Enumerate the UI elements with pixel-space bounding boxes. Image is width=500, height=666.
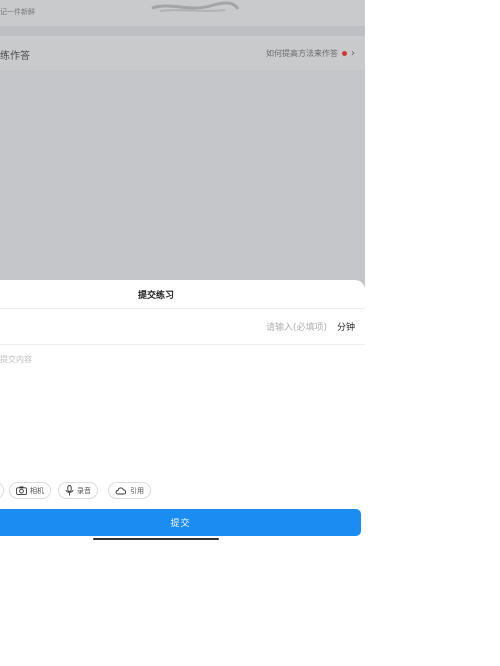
attachment-toolbar: 相机 录音 引用 [0, 482, 365, 502]
app-screen: 记一件新鲜 练作答 如何提高方法来作答 › 提交练习 请输入(必填项) 分钟 提… [0, 0, 365, 666]
background-caption: 记一件新鲜 [0, 8, 35, 16]
section-separator [0, 26, 365, 36]
camera-button-label: 相机 [30, 486, 44, 495]
guide-left-label: 练作答 [0, 51, 30, 62]
camera-button[interactable]: 相机 [9, 482, 51, 499]
submit-practice-sheet: 提交练习 请输入(必填项) 分钟 提交内容 相机 录音 引用 提交 [0, 280, 365, 666]
dimmed-overlay[interactable] [0, 70, 365, 282]
guide-link-label: 如何提高方法来作答 [266, 49, 338, 58]
brush-image [151, 1, 240, 12]
record-button-label: 录音 [77, 486, 91, 495]
reference-button[interactable]: 引用 [108, 482, 151, 499]
guide-link[interactable]: 如何提高方法来作答 › [266, 48, 355, 59]
duration-input[interactable]: 请输入(必填项) [266, 320, 327, 333]
camera-icon [16, 486, 27, 495]
chevron-right-icon: › [351, 48, 355, 59]
submit-button[interactable]: 提交 [0, 509, 361, 536]
mic-icon [65, 485, 74, 496]
duration-unit: 分钟 [336, 323, 355, 333]
attachment-button-partial[interactable] [0, 482, 4, 499]
answer-guide-row[interactable]: 练作答 如何提高方法来作答 › [0, 36, 365, 70]
divider [0, 308, 365, 309]
background-header: 记一件新鲜 [0, 0, 365, 26]
red-dot-icon [342, 51, 347, 56]
record-button[interactable]: 录音 [58, 482, 98, 499]
divider [0, 344, 365, 345]
home-indicator [93, 538, 219, 540]
duration-row: 请输入(必填项) 分钟 [0, 310, 365, 344]
cloud-icon [115, 487, 127, 495]
content-textarea[interactable]: 提交内容 [0, 354, 32, 365]
sheet-title: 提交练习 [137, 291, 174, 301]
reference-button-label: 引用 [130, 486, 144, 495]
